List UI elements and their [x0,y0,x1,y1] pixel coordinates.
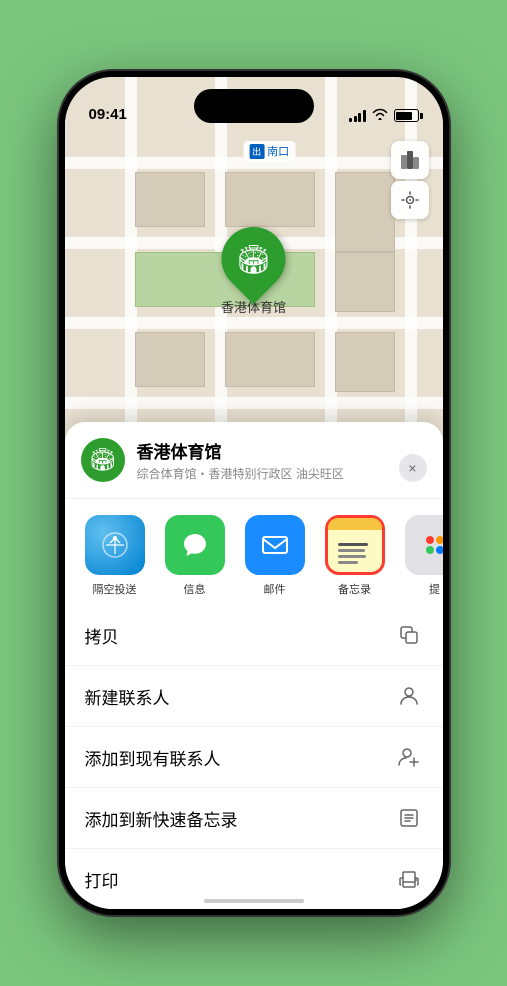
share-item-mail[interactable]: 邮件 [235,515,315,597]
home-indicator [204,899,304,903]
action-new-contact[interactable]: 新建联系人 [65,666,443,727]
action-print-label: 打印 [85,867,119,892]
map-label-text: 南口 [267,143,289,159]
map-label-badge: 出 [249,144,264,159]
venue-info: 🏟 香港体育馆 综合体育馆・香港特别行政区 油尖旺区 × [65,438,443,499]
venue-name: 香港体育馆 [137,438,344,463]
action-new-contact-label: 新建联系人 [85,684,170,709]
share-item-airdrop[interactable]: 隔空投送 [75,515,155,597]
share-row: 隔空投送 信息 [65,499,443,605]
share-item-more[interactable]: 提 [395,515,443,597]
signal-icon [349,110,366,122]
map-type-button[interactable] [391,141,429,179]
notes-icon [325,515,385,575]
share-item-notes[interactable]: 备忘录 [315,515,395,597]
phone-frame: 09:41 [59,71,449,915]
copy-icon [395,621,423,649]
venue-icon: 🏟 [81,438,125,482]
pin-marker: 🏟 [208,214,299,305]
share-item-messages[interactable]: 信息 [155,515,235,597]
phone-screen: 09:41 [65,77,443,909]
note-icon [395,804,423,832]
action-add-contact-label: 添加到现有联系人 [85,745,221,770]
print-icon [395,865,423,893]
location-pin: 🏟 香港体育馆 [221,227,286,316]
notes-label: 备忘录 [338,581,371,597]
more-icon [405,515,443,575]
mail-icon [245,515,305,575]
dynamic-island [194,89,314,123]
action-quick-note-label: 添加到新快速备忘录 [85,806,238,831]
close-button[interactable]: × [399,454,427,482]
person-add-icon [395,743,423,771]
status-icons [349,108,419,125]
venue-description: 综合体育馆・香港特别行政区 油尖旺区 [137,465,344,482]
action-quick-note[interactable]: 添加到新快速备忘录 [65,788,443,849]
action-copy[interactable]: 拷贝 [65,605,443,666]
venue-text: 香港体育馆 综合体育馆・香港特别行政区 油尖旺区 [137,438,344,482]
location-button[interactable] [391,181,429,219]
person-icon [395,682,423,710]
action-copy-label: 拷贝 [85,623,119,648]
battery-icon [394,109,419,122]
airdrop-icon [85,515,145,575]
map-label: 出 南口 [243,141,295,161]
airdrop-label: 隔空投送 [93,581,137,597]
action-list: 拷贝 新建联系人 [65,605,443,909]
messages-icon [165,515,225,575]
more-label: 提 [429,581,440,597]
messages-label: 信息 [184,581,206,597]
bottom-sheet: 🏟 香港体育馆 综合体育馆・香港特别行政区 油尖旺区 × [65,422,443,909]
wifi-icon [372,108,388,123]
action-add-contact[interactable]: 添加到现有联系人 [65,727,443,788]
map-controls [391,141,429,221]
mail-label: 邮件 [264,581,286,597]
status-time: 09:41 [89,106,127,125]
